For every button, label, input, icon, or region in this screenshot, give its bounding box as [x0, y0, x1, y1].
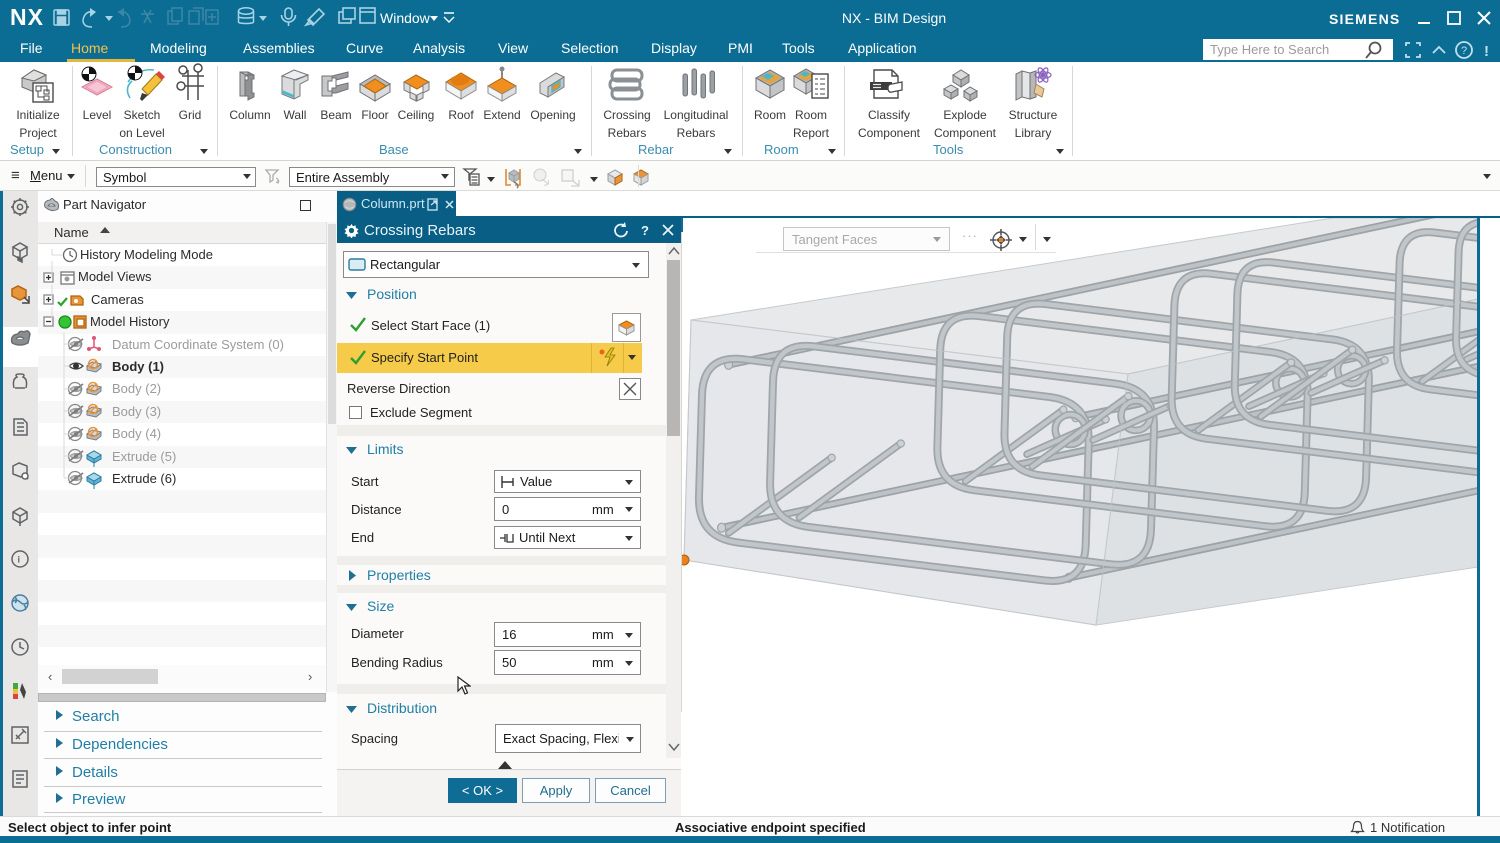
svg-text:Window: Window [380, 10, 431, 26]
svg-text:?: ? [1461, 45, 1467, 57]
svg-text:i: i [18, 555, 21, 565]
svg-text:?: ? [641, 223, 649, 238]
svg-text:!: ! [1484, 43, 1489, 60]
